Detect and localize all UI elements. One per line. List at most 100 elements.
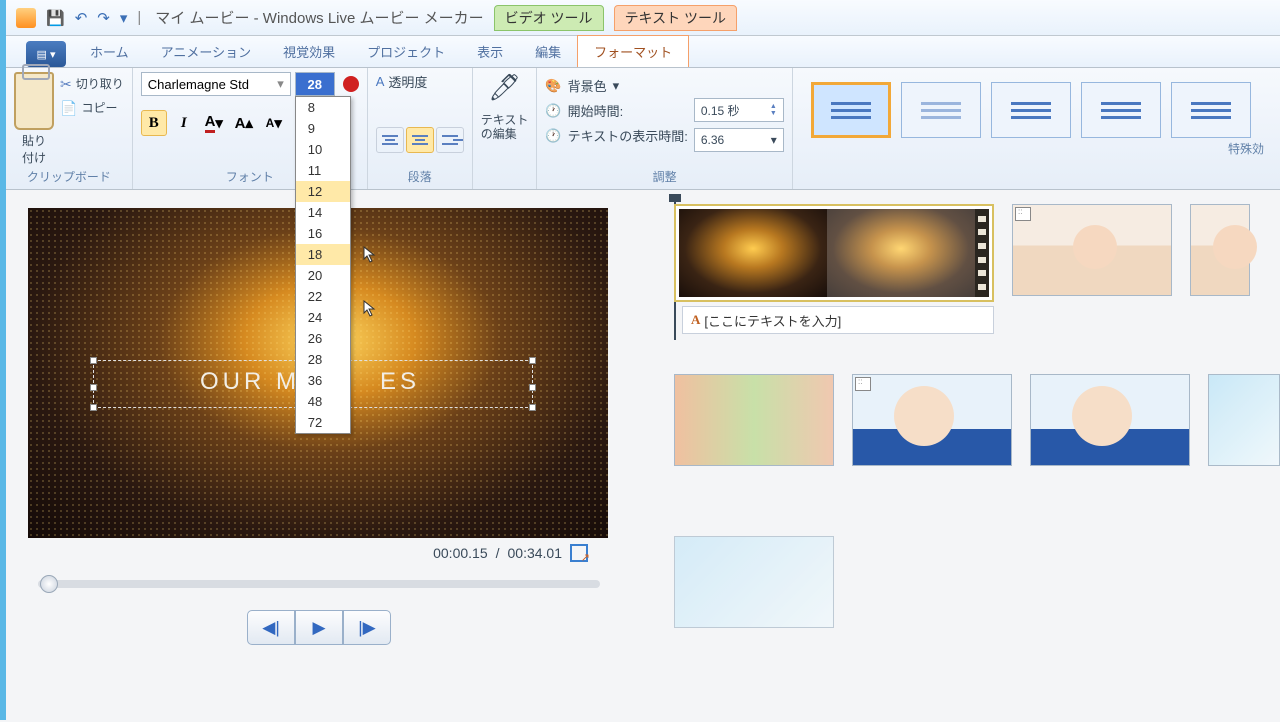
group-clipboard-label: クリップボード xyxy=(14,166,124,187)
duration-label: テキストの表示時間: xyxy=(568,126,688,145)
bgcolor-button[interactable]: 背景色 xyxy=(568,76,607,95)
time-current: 00:00.15 xyxy=(433,545,488,561)
qat-dropdown-icon[interactable]: ▾ xyxy=(120,9,128,27)
paste-icon[interactable] xyxy=(14,72,54,130)
time-total: 00:34.01 xyxy=(508,545,563,561)
storyboard: A[ここにテキストを入力] xyxy=(632,190,1280,722)
context-tab-text[interactable]: テキスト ツール xyxy=(614,5,737,31)
group-adjust-label: 調整 xyxy=(545,166,783,187)
effect-none[interactable] xyxy=(811,82,891,138)
group-adjust: 🎨背景色 ▾ 🕐開始時間: 🕐テキストの表示時間: 0.15 秒 ▲▼ 6.36… xyxy=(537,68,792,189)
transparency-button[interactable]: 透明度 xyxy=(388,72,427,91)
grow-font-button[interactable]: A▴ xyxy=(231,110,257,136)
clip-video-1[interactable] xyxy=(674,204,994,302)
app-icon xyxy=(16,8,36,28)
size-opt-8[interactable]: 8 xyxy=(296,97,350,118)
align-center-button[interactable] xyxy=(406,127,434,153)
prev-frame-button[interactable]: ◀| xyxy=(247,610,295,645)
size-opt-14[interactable]: 14 xyxy=(296,202,350,223)
clip-thumb-6[interactable] xyxy=(1030,374,1190,466)
cursor-icon xyxy=(363,300,377,318)
recording-indicator-icon xyxy=(343,76,359,92)
title-bar: 💾 ↶ ↷ ▾ | マイ ムービー - Windows Live ムービー メー… xyxy=(6,0,1280,36)
font-size-dropdown: 8 9 10 11 12 14 16 18 20 22 24 26 28 36 xyxy=(295,96,351,434)
clip-thumb-3[interactable] xyxy=(1190,204,1250,296)
group-paragraph: A 透明度 段落 xyxy=(368,68,473,189)
size-opt-9[interactable]: 9 xyxy=(296,118,350,139)
size-opt-10[interactable]: 10 xyxy=(296,139,350,160)
clip-thumb-5[interactable] xyxy=(852,374,1012,466)
save-icon[interactable]: 💾 xyxy=(46,9,65,27)
size-opt-16[interactable]: 16 xyxy=(296,223,350,244)
align-right-button[interactable] xyxy=(436,127,464,153)
clip-thumb-8[interactable] xyxy=(674,536,834,628)
duration-input[interactable]: 6.36▾ xyxy=(694,128,784,152)
clip-thumb-2[interactable] xyxy=(1012,204,1172,296)
size-opt-11[interactable]: 11 xyxy=(296,160,350,181)
play-button[interactable]: ▶ xyxy=(295,610,343,645)
quick-access-toolbar: 💾 ↶ ↷ ▾ | xyxy=(46,9,141,27)
size-opt-72[interactable]: 72 xyxy=(296,412,350,433)
seek-thumb[interactable] xyxy=(40,575,58,593)
font-size-combo[interactable]: 28 xyxy=(295,72,335,96)
size-opt-36[interactable]: 36 xyxy=(296,370,350,391)
clock-icon: 🕐 xyxy=(545,103,561,119)
window-title: マイ ムービー - Windows Live ムービー メーカー xyxy=(155,7,483,28)
tab-format[interactable]: フォーマット xyxy=(577,35,689,67)
group-font: Charlemagne Std▾ 28 8 9 10 11 12 14 16 1… xyxy=(133,68,368,189)
effect-slide[interactable] xyxy=(1081,82,1161,138)
size-opt-24[interactable]: 24 xyxy=(296,307,350,328)
clip-thumb-7[interactable] xyxy=(1208,374,1280,466)
edit-text-label: テキストの編集 xyxy=(481,113,529,141)
effect-fly[interactable] xyxy=(1171,82,1251,138)
size-opt-28[interactable]: 28 xyxy=(296,349,350,370)
tab-edit[interactable]: 編集 xyxy=(519,36,577,67)
bold-button[interactable]: B xyxy=(141,110,167,136)
align-left-button[interactable] xyxy=(376,127,404,153)
cut-button[interactable]: ✂切り取り xyxy=(60,72,124,96)
bgcolor-icon: 🎨 xyxy=(545,78,561,94)
tab-animation[interactable]: アニメーション xyxy=(145,36,267,67)
ribbon: 貼り付け ✂切り取り 📄コピー クリップボード Charlemagne Std▾… xyxy=(6,68,1280,190)
size-opt-18[interactable]: 18 xyxy=(296,244,350,265)
redo-icon[interactable]: ↷ xyxy=(97,9,110,27)
caption-icon xyxy=(855,377,871,391)
start-time-label: 開始時間: xyxy=(568,101,624,120)
group-textedit: 🖊 テキストの編集 xyxy=(473,68,538,189)
edit-text-icon[interactable]: 🖊 xyxy=(488,72,521,103)
clock-icon: 🕐 xyxy=(545,128,561,144)
size-opt-12[interactable]: 12 xyxy=(296,181,350,202)
tab-home[interactable]: ホーム xyxy=(74,36,145,67)
caption-input[interactable]: A[ここにテキストを入力] xyxy=(682,306,994,334)
size-opt-48[interactable]: 48 xyxy=(296,391,350,412)
size-opt-22[interactable]: 22 xyxy=(296,286,350,307)
size-opt-20[interactable]: 20 xyxy=(296,265,350,286)
caption-icon xyxy=(1015,207,1031,221)
group-effects-label: 特殊効 xyxy=(801,138,1272,159)
shrink-font-button[interactable]: A▾ xyxy=(261,110,287,136)
group-clipboard: 貼り付け ✂切り取り 📄コピー クリップボード xyxy=(6,68,133,189)
tab-visual[interactable]: 視覚効果 xyxy=(267,36,351,67)
group-effects: 特殊効 xyxy=(793,68,1280,189)
fullscreen-icon[interactable] xyxy=(570,544,588,562)
clip-thumb-4[interactable] xyxy=(674,374,834,466)
tab-project[interactable]: プロジェクト xyxy=(351,36,461,67)
font-color-button[interactable]: A ▾ xyxy=(201,110,227,136)
group-paragraph-label: 段落 xyxy=(376,166,464,187)
tab-view[interactable]: 表示 xyxy=(461,36,519,67)
transparency-icon: A xyxy=(376,74,385,89)
effect-zoom[interactable] xyxy=(991,82,1071,138)
ribbon-tabs: ▤ ▾ ホーム アニメーション 視覚効果 プロジェクト 表示 編集 フォーマット xyxy=(6,36,1280,68)
seek-slider[interactable] xyxy=(38,580,600,588)
paste-label: 貼り付け xyxy=(22,132,46,166)
undo-icon[interactable]: ↶ xyxy=(75,9,88,27)
next-frame-button[interactable]: |▶ xyxy=(343,610,391,645)
cursor-icon xyxy=(363,246,377,264)
context-tab-video[interactable]: ビデオ ツール xyxy=(494,5,604,31)
size-opt-26[interactable]: 26 xyxy=(296,328,350,349)
copy-button[interactable]: 📄コピー xyxy=(60,96,124,120)
start-time-input[interactable]: 0.15 秒 ▲▼ xyxy=(694,98,784,122)
effect-fade[interactable] xyxy=(901,82,981,138)
font-name-combo[interactable]: Charlemagne Std▾ xyxy=(141,72,291,96)
italic-button[interactable]: I xyxy=(171,110,197,136)
